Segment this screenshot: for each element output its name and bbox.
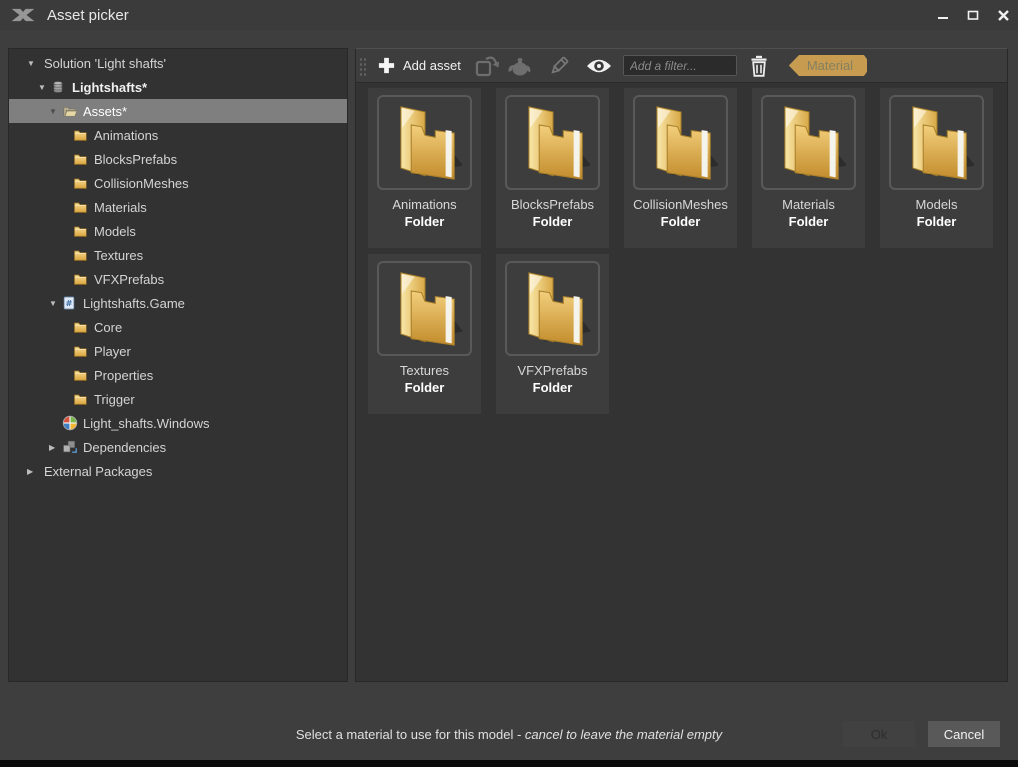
maximize-icon — [967, 9, 979, 21]
asset-grid: Animations Folder BlocksPrefabs Folder C… — [356, 83, 1007, 681]
expander-icon[interactable]: ▼ — [49, 299, 62, 308]
folder-icon — [73, 271, 90, 287]
tree-item[interactable]: Textures — [9, 243, 347, 267]
plus-icon — [377, 56, 396, 75]
filter-input[interactable] — [623, 55, 737, 76]
eye-icon — [585, 57, 613, 75]
app-logo-icon — [9, 4, 37, 26]
asset-tile[interactable]: Textures Folder — [368, 254, 481, 414]
folder-icon — [73, 127, 90, 143]
pencil-icon — [547, 54, 571, 78]
folder-icon — [73, 343, 90, 359]
folder-icon — [73, 199, 90, 215]
expander-icon[interactable]: ▼ — [38, 83, 51, 92]
asset-thumbnail — [633, 95, 728, 190]
window-bottom-edge — [0, 760, 1018, 767]
import-icon — [474, 54, 500, 78]
folder-icon — [73, 367, 90, 383]
tree-item[interactable]: Properties — [9, 363, 347, 387]
add-template-button[interactable] — [503, 52, 535, 80]
trash-icon — [749, 54, 769, 78]
tree-item[interactable]: Animations — [9, 123, 347, 147]
expander-icon[interactable]: ▶ — [27, 467, 40, 476]
edit-asset-button[interactable] — [543, 52, 575, 80]
minimize-icon — [937, 9, 949, 21]
folder-thumbnail-icon — [638, 100, 724, 186]
tree-item[interactable]: ▶ Dependencies — [9, 435, 347, 459]
close-icon — [997, 9, 1010, 22]
folder-icon — [73, 223, 90, 239]
tree-item[interactable]: BlocksPrefabs — [9, 147, 347, 171]
asset-tile[interactable]: VFXPrefabs Folder — [496, 254, 609, 414]
folder-icon — [73, 151, 90, 167]
asset-tile[interactable]: Animations Folder — [368, 88, 481, 248]
tree-item[interactable]: Trigger — [9, 387, 347, 411]
asset-thumbnail — [889, 95, 984, 190]
folder-thumbnail-icon — [510, 100, 596, 186]
open-folder-icon — [62, 103, 79, 119]
tree-item[interactable]: VFXPrefabs — [9, 267, 347, 291]
tree-item[interactable]: Player — [9, 339, 347, 363]
asset-thumbnail — [377, 95, 472, 190]
clear-filter-button[interactable] — [743, 52, 775, 80]
title-bar: Asset picker — [0, 0, 1018, 30]
teapot-icon — [506, 55, 532, 77]
dependencies-icon — [62, 439, 79, 455]
window-title: Asset picker — [47, 7, 129, 24]
folder-thumbnail-icon — [382, 100, 468, 186]
tree-item[interactable]: ▼ Solution 'Light shafts' — [9, 51, 347, 75]
asset-tile[interactable]: CollisionMeshes Folder — [624, 88, 737, 248]
minimize-button[interactable] — [928, 0, 958, 30]
folder-icon — [73, 247, 90, 263]
folder-icon — [73, 319, 90, 335]
asset-thumbnail — [761, 95, 856, 190]
expander-icon[interactable]: ▼ — [49, 107, 62, 116]
asset-tile[interactable]: Materials Folder — [752, 88, 865, 248]
folder-icon — [73, 175, 90, 191]
ok-button[interactable]: Ok — [843, 721, 915, 747]
status-message: Select a material to use for this model … — [296, 727, 722, 742]
close-button[interactable] — [988, 0, 1018, 30]
tree-item[interactable]: Materials — [9, 195, 347, 219]
toolbar-grip[interactable] — [359, 56, 366, 76]
solution-tree: ▼ Solution 'Light shafts' ▼ Lightshafts*… — [8, 48, 348, 682]
windows-icon — [62, 415, 79, 431]
asset-view-panel: Add asset — [355, 48, 1008, 682]
svg-text:#: # — [66, 298, 73, 308]
tree-item[interactable]: ▼ Lightshafts* — [9, 75, 347, 99]
material-filter-tag[interactable]: Material — [789, 55, 867, 76]
folder-icon — [73, 391, 90, 407]
folder-thumbnail-icon — [382, 266, 468, 352]
asset-tile[interactable]: Models Folder — [880, 88, 993, 248]
asset-toolbar: Add asset — [356, 49, 1007, 83]
folder-thumbnail-icon — [766, 100, 852, 186]
tree-item[interactable]: Core — [9, 315, 347, 339]
add-asset-button[interactable]: Add asset — [371, 52, 467, 79]
tree-item[interactable]: ▼ # Lightshafts.Game — [9, 291, 347, 315]
package-icon — [51, 79, 68, 95]
asset-thumbnail — [505, 95, 600, 190]
tree-item[interactable]: ▶ External Packages — [9, 459, 347, 483]
view-options-button[interactable] — [583, 52, 615, 80]
cancel-button[interactable]: Cancel — [928, 721, 1000, 747]
folder-thumbnail-icon — [894, 100, 980, 186]
maximize-button[interactable] — [958, 0, 988, 30]
folder-thumbnail-icon — [510, 266, 596, 352]
tree-item[interactable]: Light_shafts.Windows — [9, 411, 347, 435]
tree-item[interactable]: ▼ Assets* — [9, 99, 347, 123]
asset-thumbnail — [377, 261, 472, 356]
csharp-icon: # — [62, 295, 79, 311]
tree-item[interactable]: CollisionMeshes — [9, 171, 347, 195]
expander-icon[interactable]: ▼ — [27, 59, 40, 68]
asset-tile[interactable]: BlocksPrefabs Folder — [496, 88, 609, 248]
tree-item[interactable]: Models — [9, 219, 347, 243]
expander-icon[interactable]: ▶ — [49, 443, 62, 452]
import-asset-button[interactable] — [471, 52, 503, 80]
asset-thumbnail — [505, 261, 600, 356]
